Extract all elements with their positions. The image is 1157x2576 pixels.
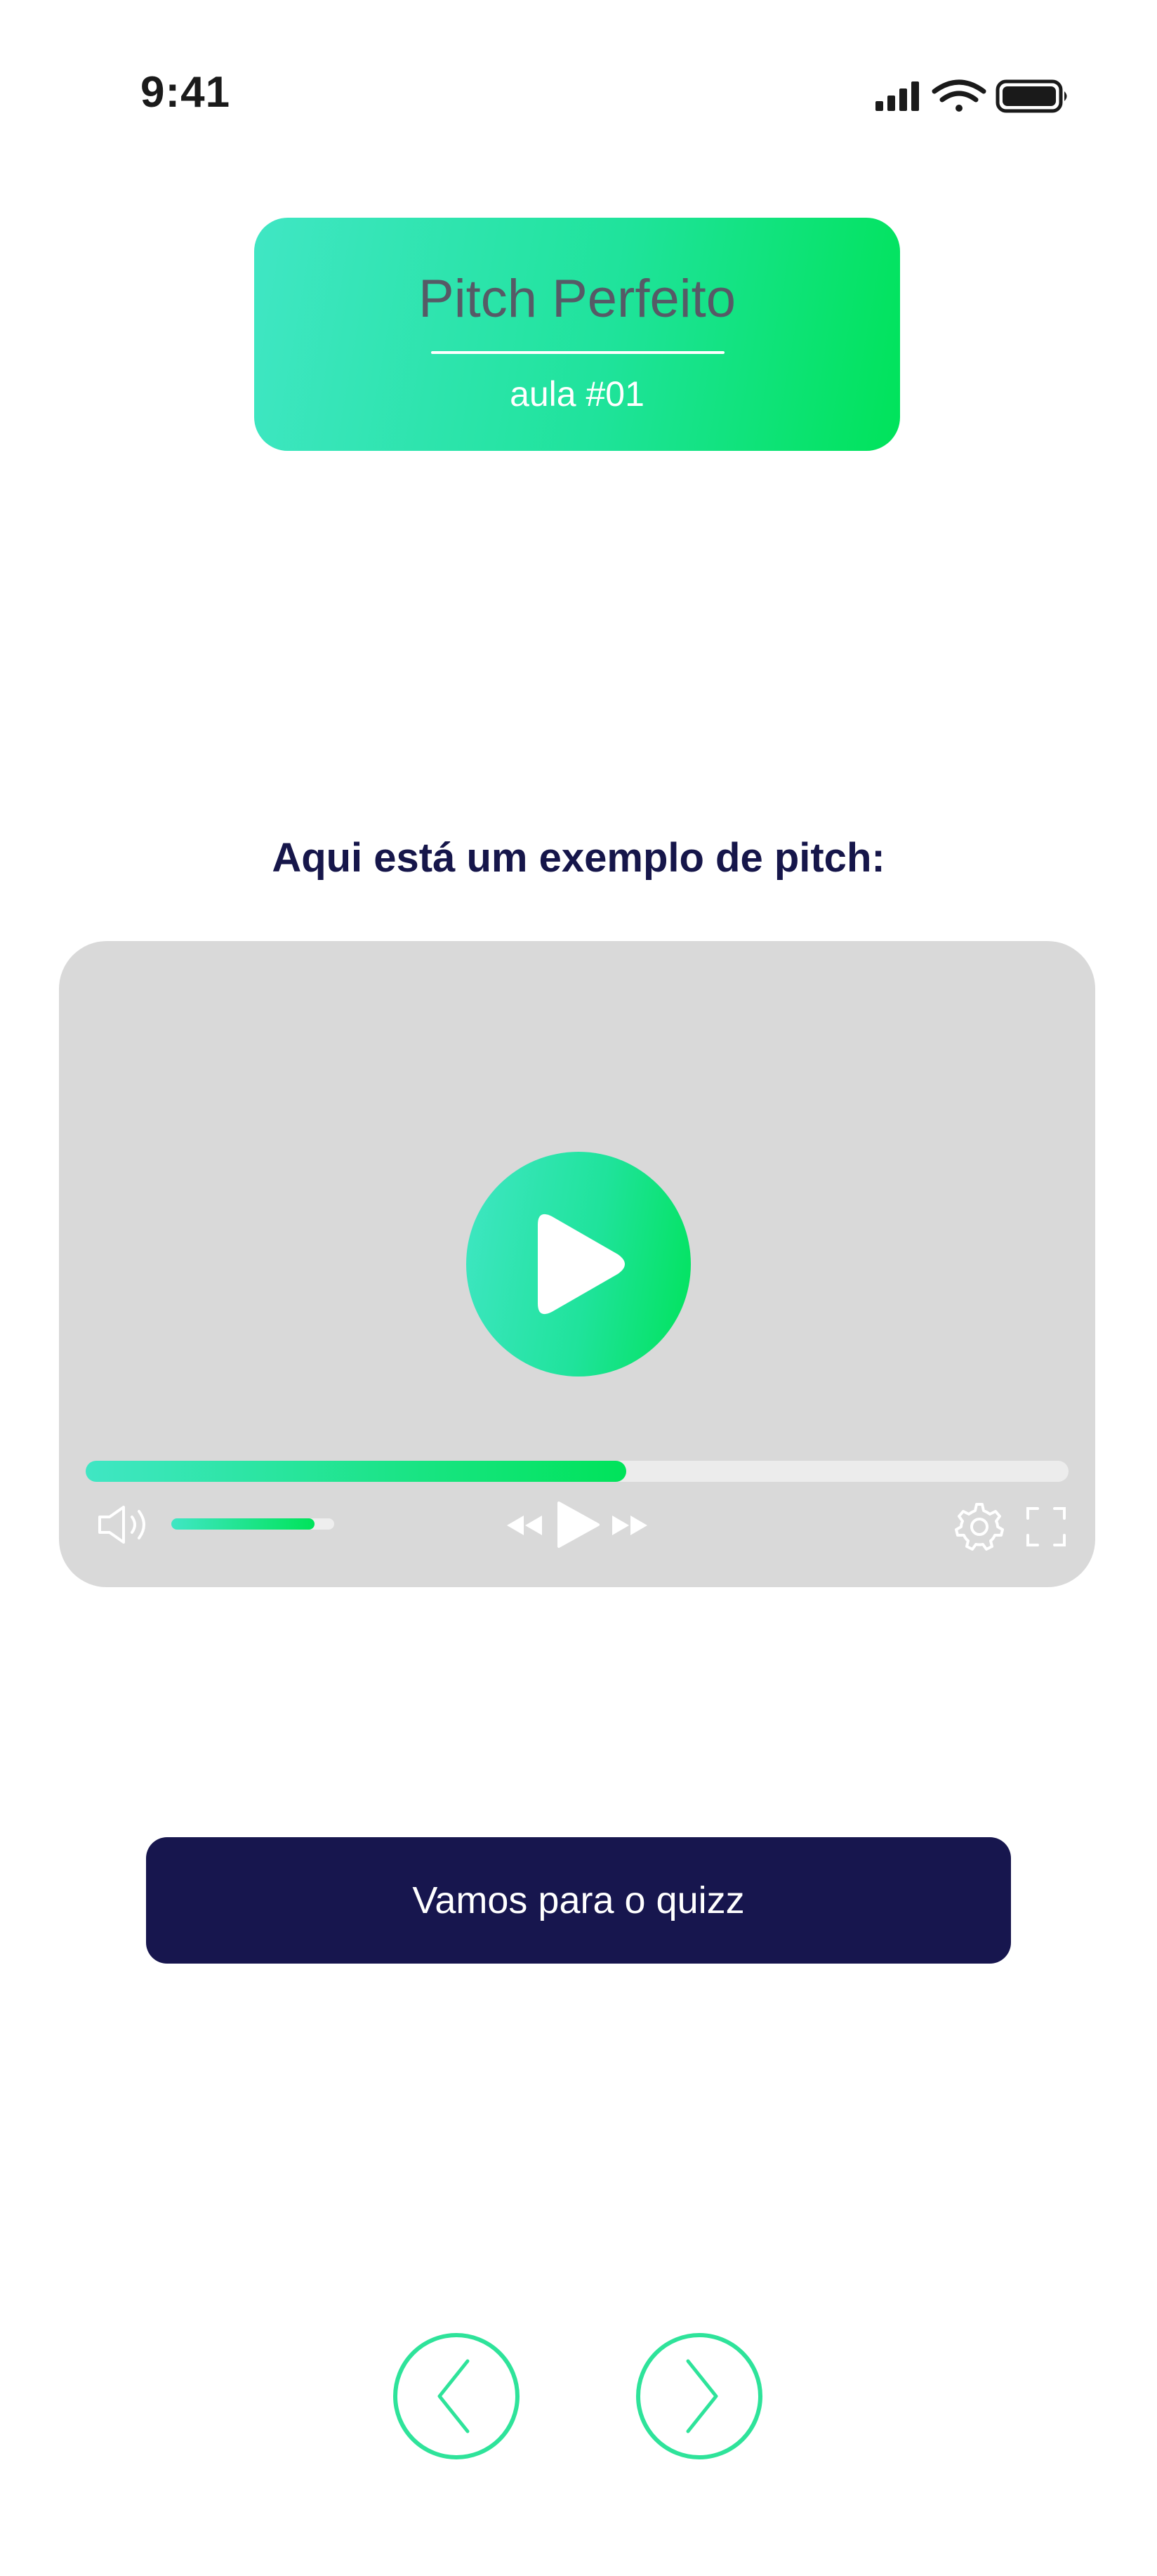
volume-icon[interactable] bbox=[95, 1503, 156, 1546]
volume-fill bbox=[171, 1518, 315, 1530]
progress-fill bbox=[86, 1461, 626, 1482]
wifi-icon bbox=[932, 79, 986, 112]
play-button[interactable] bbox=[466, 1152, 691, 1376]
lesson-header-card: Pitch Perfeito aula #01 bbox=[254, 218, 900, 451]
status-time: 9:41 bbox=[140, 68, 231, 117]
video-player[interactable] bbox=[59, 941, 1095, 1587]
rewind-icon[interactable] bbox=[504, 1511, 543, 1539]
status-icons bbox=[875, 79, 1067, 113]
volume-slider[interactable] bbox=[171, 1518, 334, 1530]
quiz-button[interactable]: Vamos para o quizz bbox=[146, 1837, 1011, 1964]
next-button[interactable] bbox=[636, 2333, 762, 2459]
chevron-right-icon bbox=[686, 2359, 718, 2433]
lesson-divider bbox=[431, 351, 725, 354]
progress-bar[interactable] bbox=[86, 1461, 1069, 1482]
play-icon bbox=[538, 1214, 625, 1315]
lesson-title: Pitch Perfeito bbox=[418, 269, 736, 329]
previous-button[interactable] bbox=[393, 2333, 520, 2459]
lesson-subtitle: aula #01 bbox=[510, 374, 644, 414]
play-icon[interactable] bbox=[555, 1500, 601, 1549]
cellular-signal-icon bbox=[875, 81, 919, 111]
chevron-left-icon bbox=[437, 2359, 470, 2433]
quiz-button-label: Vamos para o quizz bbox=[412, 1879, 745, 1921]
fast-forward-icon[interactable] bbox=[611, 1511, 650, 1539]
battery-icon bbox=[996, 79, 1067, 113]
example-heading: Aqui está um exemplo de pitch: bbox=[272, 835, 885, 881]
fullscreen-icon[interactable] bbox=[1025, 1506, 1067, 1548]
settings-icon[interactable] bbox=[955, 1501, 1004, 1551]
